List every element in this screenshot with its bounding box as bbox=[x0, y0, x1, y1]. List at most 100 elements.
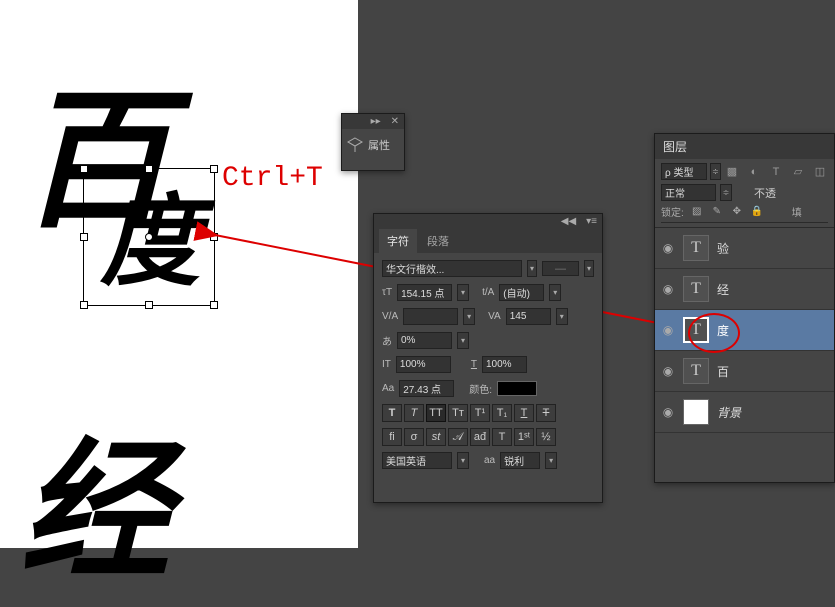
lock-position-icon[interactable]: ✥ bbox=[730, 205, 744, 219]
kerning-icon: V/A bbox=[382, 311, 398, 322]
smallcaps-button[interactable]: Tᴛ bbox=[448, 404, 468, 422]
color-label: 颜色: bbox=[469, 381, 492, 396]
collapse-icon[interactable]: ▸▸ bbox=[371, 116, 381, 127]
blend-mode-select[interactable] bbox=[661, 184, 716, 201]
handle-top-left[interactable] bbox=[80, 165, 88, 173]
layers-title: 图层 bbox=[655, 134, 834, 159]
handle-bot-left[interactable] bbox=[80, 301, 88, 309]
underline-button[interactable]: T bbox=[514, 404, 534, 422]
transform-bounding-box[interactable] bbox=[83, 168, 215, 306]
tab-character[interactable]: 字符 bbox=[379, 229, 417, 253]
layers-panel[interactable]: 图层 ≑ ▩ ◐ T ▱ ◫ ≑ 不透 锁定: ▨ ✎ ✥ 🔒 填 bbox=[654, 133, 835, 483]
layer-item[interactable]: ◉ 背景 bbox=[655, 392, 834, 433]
layer-item[interactable]: ◉ T 百 bbox=[655, 351, 834, 392]
contextual-button[interactable]: σ bbox=[404, 428, 424, 446]
scale-dropdown[interactable]: ▾ bbox=[457, 332, 469, 349]
baseline-input[interactable] bbox=[399, 380, 454, 397]
ordinal-button[interactable]: T bbox=[492, 428, 512, 446]
handle-bot-right[interactable] bbox=[210, 301, 218, 309]
tab-paragraph[interactable]: 段落 bbox=[419, 229, 457, 253]
leading-dropdown[interactable]: ▾ bbox=[549, 284, 561, 301]
layer-thumb-type-icon: T bbox=[683, 317, 709, 343]
subscript-button[interactable]: T₁ bbox=[492, 404, 512, 422]
filter-smart-icon[interactable]: ◫ bbox=[812, 164, 828, 180]
visibility-toggle[interactable]: ◉ bbox=[661, 364, 675, 378]
horiz-scale-input[interactable] bbox=[482, 356, 527, 373]
blend-mode-dropdown[interactable]: ≑ bbox=[720, 184, 732, 201]
handle-bot-mid[interactable] bbox=[145, 301, 153, 309]
stylistic-button[interactable]: st bbox=[426, 428, 446, 446]
tracking-input[interactable] bbox=[506, 308, 551, 325]
visibility-toggle[interactable]: ◉ bbox=[661, 405, 675, 419]
horiz-scale-icon: T bbox=[471, 359, 477, 370]
antialias-select[interactable] bbox=[500, 452, 540, 469]
filter-type-icon[interactable]: T bbox=[768, 164, 784, 180]
ligature-button[interactable]: fi bbox=[382, 428, 402, 446]
layer-kind-dropdown[interactable]: ≑ bbox=[710, 163, 721, 180]
handle-mid-left[interactable] bbox=[80, 233, 88, 241]
handle-mid-right[interactable] bbox=[210, 233, 218, 241]
lock-label: 锁定: bbox=[661, 204, 684, 219]
filter-shape-icon[interactable]: ▱ bbox=[790, 164, 806, 180]
annotation-shortcut: Ctrl+T bbox=[222, 163, 323, 194]
layer-name[interactable]: 度 bbox=[717, 322, 729, 339]
swash-button[interactable]: 𝒜 bbox=[448, 428, 468, 446]
layer-name[interactable]: 验 bbox=[717, 240, 729, 257]
lock-image-icon[interactable]: ✎ bbox=[710, 205, 724, 219]
vert-scale-input[interactable] bbox=[396, 356, 451, 373]
handle-center[interactable] bbox=[145, 233, 153, 241]
strikethrough-button[interactable]: T bbox=[536, 404, 556, 422]
leading-icon: t/A bbox=[482, 287, 494, 298]
properties-panel[interactable]: ▸▸ ✕ 属性 bbox=[341, 113, 405, 171]
language-select[interactable] bbox=[382, 452, 452, 469]
layer-name[interactable]: 经 bbox=[717, 281, 729, 298]
handle-top-mid[interactable] bbox=[145, 165, 153, 173]
antialias-dropdown[interactable]: ▾ bbox=[545, 452, 557, 469]
filter-adjust-icon[interactable]: ◐ bbox=[746, 164, 762, 180]
layer-name[interactable]: 百 bbox=[717, 363, 729, 380]
canvas[interactable]: 百 度 经 bbox=[0, 0, 358, 548]
layer-item[interactable]: ◉ T 经 bbox=[655, 269, 834, 310]
layer-thumb-type-icon: T bbox=[683, 276, 709, 302]
kerning-dropdown[interactable]: ▾ bbox=[463, 308, 475, 325]
lock-all-icon[interactable]: 🔒 bbox=[750, 205, 764, 219]
tracking-dropdown[interactable]: ▾ bbox=[556, 308, 568, 325]
font-size-input[interactable] bbox=[397, 284, 452, 301]
kerning-input[interactable] bbox=[403, 308, 458, 325]
properties-label: 属性 bbox=[368, 137, 390, 153]
handle-top-right[interactable] bbox=[210, 165, 218, 173]
visibility-toggle[interactable]: ◉ bbox=[661, 282, 675, 296]
font-family-dropdown[interactable]: ▾ bbox=[527, 260, 537, 277]
font-style-select[interactable]: — bbox=[542, 261, 579, 276]
language-dropdown[interactable]: ▾ bbox=[457, 452, 469, 469]
color-swatch[interactable] bbox=[497, 381, 537, 396]
layer-name[interactable]: 背景 bbox=[717, 404, 741, 421]
layer-thumb-type-icon: T bbox=[683, 358, 709, 384]
leading-input[interactable] bbox=[499, 284, 544, 301]
firstnumeral-button[interactable]: 1ˢᵗ bbox=[514, 428, 534, 446]
superscript-button[interactable]: T¹ bbox=[470, 404, 490, 422]
menu-icon[interactable]: ▾≡ bbox=[586, 216, 597, 227]
layer-thumb-bg bbox=[683, 399, 709, 425]
font-size-dropdown[interactable]: ▾ bbox=[457, 284, 469, 301]
italic-button[interactable]: T bbox=[404, 404, 424, 422]
layer-item[interactable]: ◉ T 验 bbox=[655, 228, 834, 269]
layer-item-selected[interactable]: ◉ T 度 bbox=[655, 310, 834, 351]
close-icon[interactable]: ✕ bbox=[391, 116, 399, 127]
bold-button[interactable]: T bbox=[382, 404, 402, 422]
character-panel[interactable]: ◀◀ ▾≡ 字符 段落 ▾ — ▾ τT ▾ t/A ▾ V/A ▾ VA ▾ bbox=[373, 213, 603, 503]
allcaps-button[interactable]: TT bbox=[426, 404, 446, 422]
font-family-input[interactable] bbox=[382, 260, 522, 277]
titling-button[interactable]: ađ bbox=[470, 428, 490, 446]
canvas-char-jing: 经 bbox=[20, 390, 170, 607]
visibility-toggle[interactable]: ◉ bbox=[661, 323, 675, 337]
filter-image-icon[interactable]: ▩ bbox=[724, 164, 740, 180]
visibility-toggle[interactable]: ◉ bbox=[661, 241, 675, 255]
scale-input[interactable] bbox=[397, 332, 452, 349]
fraction-button[interactable]: ½ bbox=[536, 428, 556, 446]
font-style-dropdown[interactable]: ▾ bbox=[584, 260, 594, 277]
scale-icon: あ bbox=[382, 333, 392, 348]
chevron-left-icon[interactable]: ◀◀ bbox=[561, 216, 576, 227]
lock-transparent-icon[interactable]: ▨ bbox=[690, 205, 704, 219]
layer-kind-select[interactable] bbox=[661, 163, 707, 180]
